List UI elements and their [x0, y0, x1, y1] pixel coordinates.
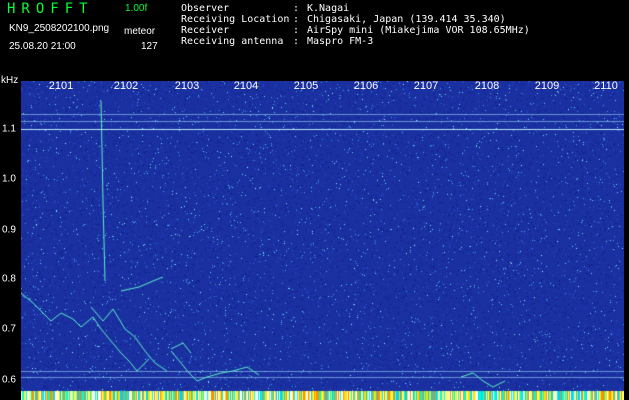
info-label: Observer: [181, 3, 230, 14]
y-tick-label: 0.7: [2, 323, 16, 335]
time-label: 2110: [594, 80, 618, 92]
y-tick-label: 0.8: [2, 273, 16, 285]
time-label: 2103: [174, 80, 200, 92]
time-label: 2107: [413, 80, 439, 92]
time-label: 2102: [113, 80, 139, 92]
y-tick-label: 1.0: [2, 173, 16, 185]
y-tick-label: 0.9: [2, 224, 16, 236]
y-axis-unit: kHz: [1, 75, 19, 86]
time-label: 2109: [534, 80, 560, 92]
waterfall-spectrogram: [21, 81, 624, 400]
version-label: 1.00f: [125, 3, 148, 14]
time-label: 2108: [474, 80, 500, 92]
info-row-antenna: Receiving antenna: Maspro FM-3: [181, 36, 530, 47]
hrofft-window: HROFFT 1.00f KN9_2508202100.png meteor 2…: [0, 0, 629, 400]
info-separator: :: [293, 14, 300, 25]
filename-label: KN9_2508202100.png: [9, 23, 110, 34]
info-separator: :: [293, 3, 300, 14]
info-row-location: Receiving Location: Chigasaki, Japan (139…: [181, 14, 530, 25]
info-label: Receiving antenna: [181, 36, 284, 47]
app-title: HROFFT: [7, 1, 94, 17]
info-separator: :: [293, 25, 300, 36]
time-label: 2106: [353, 80, 379, 92]
time-label: 2105: [293, 80, 319, 92]
info-value: Maspro FM-3: [307, 36, 374, 47]
info-row-observer: Observer: K.Nagai: [181, 3, 530, 14]
info-label: Receiver: [181, 25, 230, 36]
time-label: 2104: [233, 80, 259, 92]
info-label: Receiving Location: [181, 14, 290, 25]
station-info: Observer: K.Nagai Receiving Location: Chig…: [181, 3, 530, 47]
y-tick-label: 0.6: [2, 374, 16, 386]
info-value: K.Nagai: [307, 3, 350, 14]
info-separator: :: [293, 36, 300, 47]
y-tick-label: 1.1: [2, 123, 16, 135]
info-row-receiver: Receiver: AirSpy mini (Miakejima VOR 108.…: [181, 25, 530, 36]
datetime-label: 25.08.20 21:00: [9, 41, 76, 52]
info-value: Chigasaki, Japan (139.414 35.340): [307, 14, 506, 25]
time-label: 2101: [48, 80, 74, 92]
info-value: AirSpy mini (Miakejima VOR 108.65MHz): [307, 25, 530, 36]
mode-label: meteor: [124, 26, 156, 37]
detection-count: 127: [141, 41, 158, 52]
